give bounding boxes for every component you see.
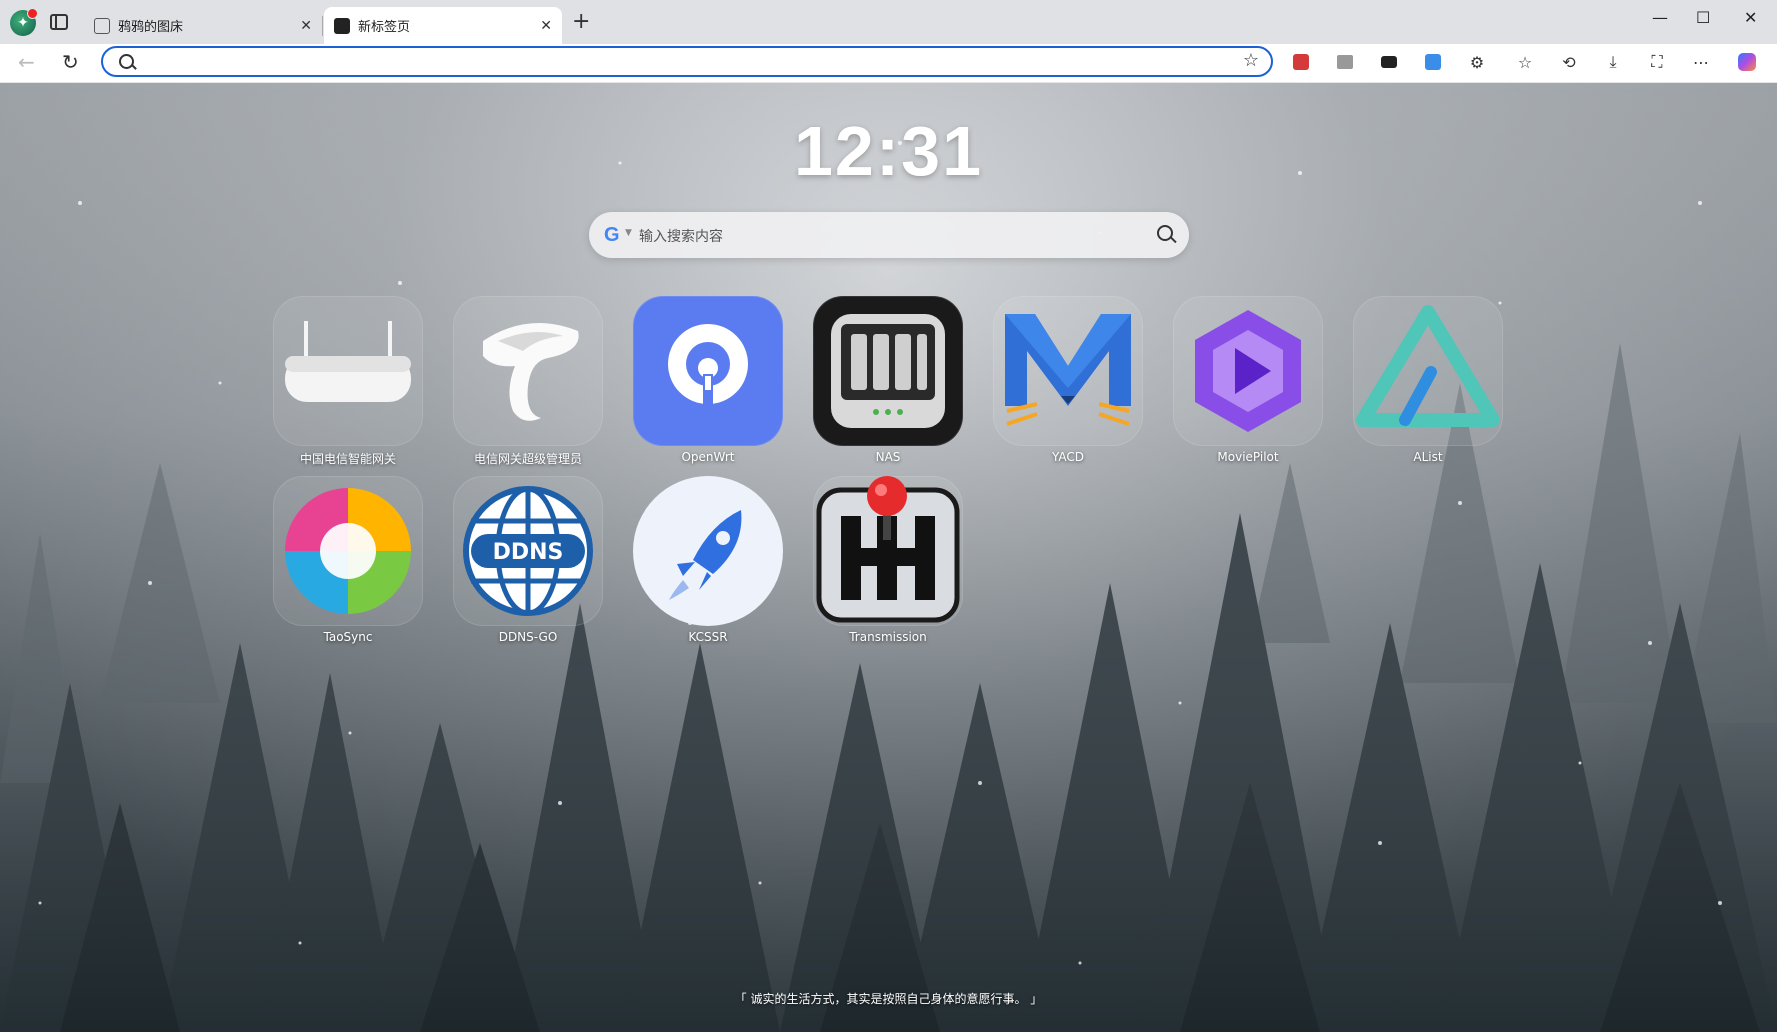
notification-dot xyxy=(27,8,38,19)
close-window-button[interactable]: ✕ xyxy=(1744,8,1757,27)
moviepilot-icon xyxy=(1173,296,1323,446)
close-icon[interactable]: ✕ xyxy=(540,18,552,34)
profile-avatar[interactable]: ✦ xyxy=(10,8,38,36)
app-taosync[interactable]: TaoSync xyxy=(273,476,423,651)
address-input[interactable] xyxy=(143,51,1207,75)
yacd-icon xyxy=(993,296,1143,446)
address-bar[interactable]: ☆ xyxy=(101,46,1273,77)
app-nas[interactable]: NAS xyxy=(813,296,963,471)
app-openwrt[interactable]: OpenWrt xyxy=(633,296,783,471)
translate-icon[interactable] xyxy=(1424,53,1442,71)
app-label: NAS xyxy=(875,450,901,464)
app-kcssr[interactable]: KCSSR xyxy=(633,476,783,651)
app-label: MoviePilot xyxy=(1217,450,1279,464)
browser-toolbar: ← ↻ ☆ ⚙ ☆ ⟲ ⤓ ⛶ ⋯ xyxy=(0,44,1777,83)
favorite-star-icon[interactable]: ☆ xyxy=(1243,50,1259,71)
app-label: 电信网关超级管理员 xyxy=(473,452,582,466)
search-icon[interactable] xyxy=(1157,225,1173,241)
extension-red-icon[interactable] xyxy=(1292,53,1310,71)
app-label: OpenWrt xyxy=(681,450,735,464)
screenshot-icon[interactable]: ⛶ xyxy=(1648,52,1666,71)
app-moviepilot[interactable]: MoviePilot xyxy=(1173,296,1323,471)
app-label: DDNS-GO xyxy=(498,630,558,644)
search-icon xyxy=(119,54,134,69)
downloads-icon[interactable]: ⤓ xyxy=(1604,52,1622,71)
engine-dropdown-icon[interactable]: ▼ xyxy=(625,228,632,238)
extensions-icon[interactable]: ⚙ xyxy=(1468,53,1486,72)
app-label: AList xyxy=(1413,450,1443,464)
tab-actions-icon[interactable] xyxy=(50,14,68,30)
newtab-favicon-icon xyxy=(334,17,350,34)
app-label: 中国电信智能网关 xyxy=(299,452,396,466)
new-tab-page: 12:31 G ▼ 输入搜索内容 中国电信智能网关 电信网关超级管理员 Open… xyxy=(0,83,1777,1032)
more-icon[interactable]: ⋯ xyxy=(1692,53,1710,72)
back-button[interactable]: ← xyxy=(18,52,35,72)
search-placeholder[interactable]: 输入搜索内容 xyxy=(639,226,723,246)
tab-divider xyxy=(322,16,323,36)
clock: 12:31 xyxy=(793,112,984,190)
maximize-button[interactable]: ☐ xyxy=(1696,8,1710,27)
ddns-go-icon: DDNS xyxy=(453,476,603,626)
tab-title: 鸦鸦的图床 xyxy=(118,20,184,35)
china-telecom-icon xyxy=(453,296,603,446)
app-label: KCSSR xyxy=(688,630,728,644)
favorites-icon[interactable]: ☆ xyxy=(1516,53,1534,72)
ddns-text: DDNS xyxy=(493,540,564,565)
router-icon xyxy=(273,296,423,446)
app-yacd[interactable]: YACD xyxy=(993,296,1143,471)
app-alist[interactable]: AList xyxy=(1353,296,1503,471)
app-telecom-admin[interactable]: 电信网关超级管理员 xyxy=(453,296,603,471)
copilot-icon[interactable] xyxy=(1738,53,1756,71)
refresh-button[interactable]: ↻ xyxy=(62,52,79,72)
new-tab-button[interactable]: + xyxy=(572,10,590,34)
tab-new-tab[interactable]: 新标签页 ✕ xyxy=(324,7,562,44)
openwrt-icon xyxy=(633,296,783,446)
google-icon[interactable]: G xyxy=(604,224,620,246)
app-transmission[interactable]: Transmission xyxy=(813,476,963,651)
close-icon[interactable]: ✕ xyxy=(300,18,312,34)
nas-icon xyxy=(813,296,963,446)
tab-title: 新标签页 xyxy=(358,20,411,35)
app-router[interactable]: 中国电信智能网关 xyxy=(273,296,423,471)
daily-quote: 「 诚实的生活方式，其实是按照自己身体的意愿行事。 」 xyxy=(734,992,1043,1006)
kcssr-icon xyxy=(633,476,783,626)
alist-icon xyxy=(1353,296,1503,446)
app-label: YACD xyxy=(1051,450,1084,464)
search-box[interactable]: G ▼ 输入搜索内容 xyxy=(589,212,1189,258)
image-icon xyxy=(94,17,110,34)
reader-icon[interactable] xyxy=(1380,53,1398,71)
transmission-icon xyxy=(813,476,963,626)
tab-bar: ✦ 鸦鸦的图床 ✕ 新标签页 ✕ + — ☐ ✕ xyxy=(0,0,1777,44)
app-label: Transmission xyxy=(849,630,927,644)
image-extension-icon[interactable] xyxy=(1336,53,1354,71)
minimize-button[interactable]: — xyxy=(1652,8,1668,27)
app-ddns-go[interactable]: DDNS DDNS-GO xyxy=(453,476,603,651)
app-label: TaoSync xyxy=(323,630,373,644)
history-icon[interactable]: ⟲ xyxy=(1560,53,1578,72)
tab-image-host[interactable]: 鸦鸦的图床 ✕ xyxy=(84,7,322,44)
taosync-icon xyxy=(273,476,423,626)
